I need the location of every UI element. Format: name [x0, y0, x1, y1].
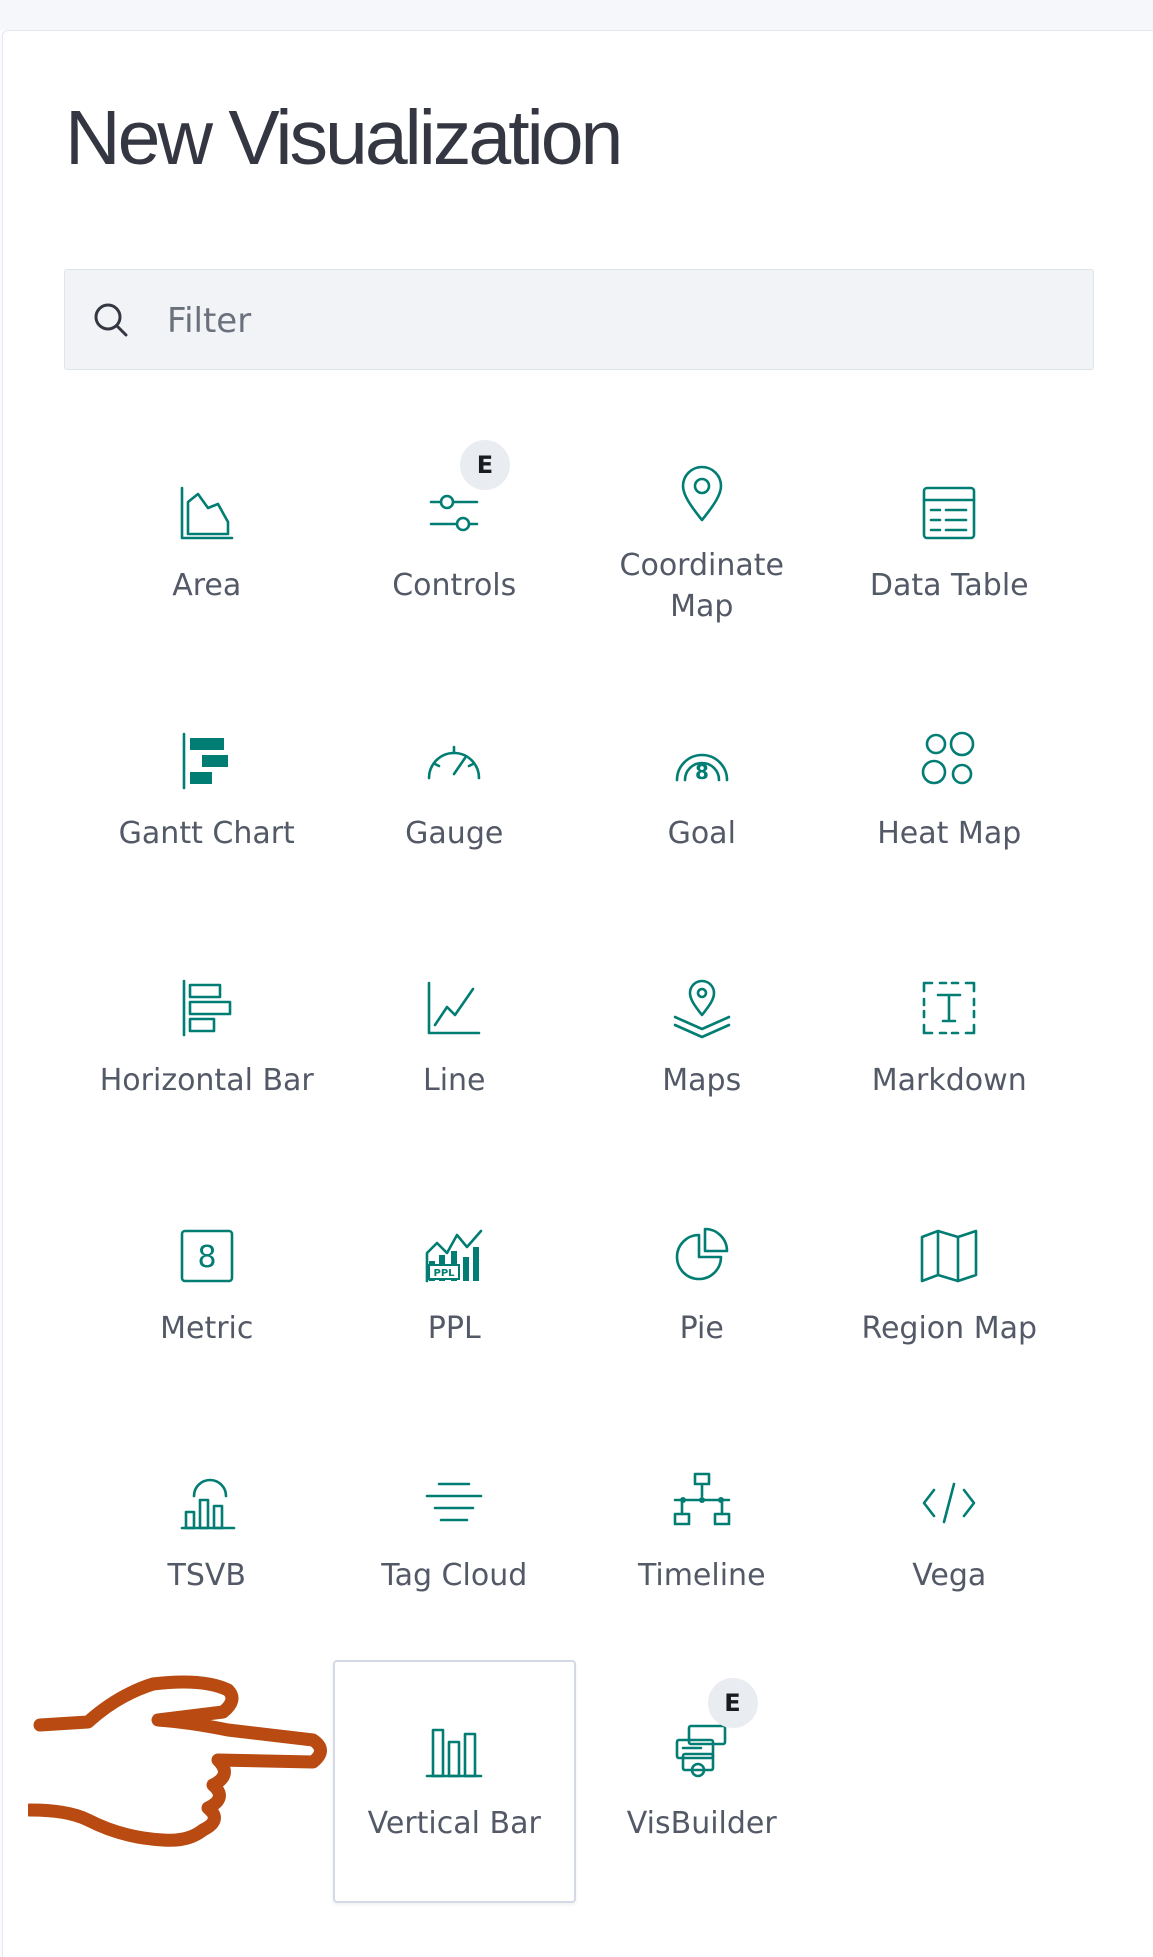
- markdown-icon: [922, 982, 976, 1035]
- vis-card-label: Heat Map: [877, 815, 1022, 851]
- vis-card-tsvb[interactable]: TSVB: [83, 1410, 331, 1658]
- vis-card-goal[interactable]: 8 Goal: [578, 668, 826, 916]
- gantt-chart-icon: [182, 732, 228, 790]
- area-chart-icon: [180, 487, 234, 540]
- vis-card-label: Coordinate Map: [619, 547, 784, 624]
- pointing-hand-annotation: [28, 1675, 327, 1847]
- tsvb-icon: [180, 1479, 236, 1530]
- vis-card-data-table[interactable]: Data Table: [826, 420, 1074, 668]
- search-box[interactable]: [64, 269, 1094, 370]
- vis-card-label: Timeline: [637, 1558, 766, 1594]
- vis-card-label: Controls: [392, 568, 517, 604]
- svg-text:8: 8: [695, 760, 709, 784]
- maps-icon: [673, 980, 731, 1039]
- region-map-icon: [920, 1229, 978, 1283]
- experimental-badge: E: [707, 1677, 758, 1728]
- vis-card-coordinate-map[interactable]: Coordinate Map: [578, 420, 826, 668]
- vis-card-vega[interactable]: Vega: [826, 1410, 1074, 1658]
- vis-card-label: VisBuilder: [626, 1805, 777, 1841]
- vis-card-label: Gauge: [405, 815, 504, 851]
- vis-card-gantt-chart[interactable]: Gantt Chart: [83, 668, 331, 916]
- vis-card-label: Gantt Chart: [118, 815, 295, 851]
- svg-text:PPL: PPL: [434, 1268, 456, 1279]
- svg-text:8: 8: [197, 1240, 216, 1275]
- vis-card-gauge[interactable]: Gauge: [331, 668, 579, 916]
- vis-card-label: PPL: [427, 1310, 481, 1346]
- vis-card-metric[interactable]: 8 Metric: [83, 1163, 331, 1411]
- timeline-icon: [673, 1473, 731, 1526]
- vis-card-maps[interactable]: Maps: [578, 915, 826, 1163]
- visbuilder-icon: [675, 1724, 727, 1778]
- vis-card-tag-cloud[interactable]: Tag Cloud: [331, 1410, 579, 1658]
- vis-card-label: Goal: [667, 815, 736, 851]
- vis-card-timeline[interactable]: Timeline: [578, 1410, 826, 1658]
- vis-card-label: Metric: [160, 1310, 254, 1346]
- vis-card-label: Horizontal Bar: [99, 1063, 314, 1099]
- search-icon: [94, 303, 128, 337]
- vis-card-controls[interactable]: E Controls: [331, 420, 579, 668]
- vis-card-heat-map[interactable]: Heat Map: [826, 668, 1074, 916]
- heat-map-icon: [921, 731, 975, 785]
- experimental-badge: E: [460, 440, 510, 490]
- vis-card-label: Data Table: [869, 568, 1029, 604]
- vis-card-line[interactable]: Line: [331, 915, 579, 1163]
- vis-card-vertical-bar[interactable]: Vertical Bar: [332, 1659, 576, 1903]
- vis-card-markdown[interactable]: Markdown: [826, 915, 1074, 1163]
- tag-cloud-icon: [425, 1483, 483, 1522]
- search-input[interactable]: [165, 288, 1049, 354]
- line-chart-icon: [427, 982, 481, 1035]
- vis-card-label: Pie: [679, 1310, 724, 1346]
- vis-card-ppl[interactable]: PPL PPL: [331, 1163, 579, 1411]
- gauge-icon: [427, 745, 481, 780]
- vis-card-pie[interactable]: Pie: [578, 1163, 826, 1411]
- table-icon: [922, 487, 976, 540]
- vertical-bar-icon: [425, 1728, 483, 1778]
- vis-card-label: Tag Cloud: [381, 1558, 528, 1594]
- ppl-icon: PPL: [425, 1229, 483, 1283]
- vis-card-label: Vega: [912, 1558, 987, 1594]
- vis-card-label: Line: [422, 1063, 486, 1099]
- goal-icon: 8: [675, 753, 729, 784]
- map-pin-icon: [681, 465, 723, 522]
- controls-icon: [429, 495, 479, 532]
- vis-card-horizontal-bar[interactable]: Horizontal Bar: [83, 915, 331, 1163]
- vis-card-area[interactable]: Area: [83, 420, 331, 668]
- vis-card-label: Markdown: [871, 1063, 1027, 1099]
- vis-card-label: TSVB: [167, 1558, 246, 1594]
- vis-card-label: Vertical Bar: [367, 1805, 541, 1841]
- top-band: [0, 0, 1153, 30]
- vis-card-region-map[interactable]: Region Map: [826, 1163, 1074, 1411]
- pie-chart-icon: [675, 1227, 729, 1281]
- page-title: New Visualization: [65, 95, 623, 181]
- vis-card-label: Region Map: [861, 1310, 1038, 1346]
- vis-card-visbuilder[interactable]: E VisBuilder: [578, 1658, 826, 1906]
- metric-icon: 8: [180, 1229, 234, 1283]
- vis-card-label: Maps: [662, 1063, 742, 1099]
- vis-card-label: Area: [172, 568, 242, 604]
- code-icon: [922, 1483, 976, 1524]
- horizontal-bar-icon: [182, 980, 232, 1037]
